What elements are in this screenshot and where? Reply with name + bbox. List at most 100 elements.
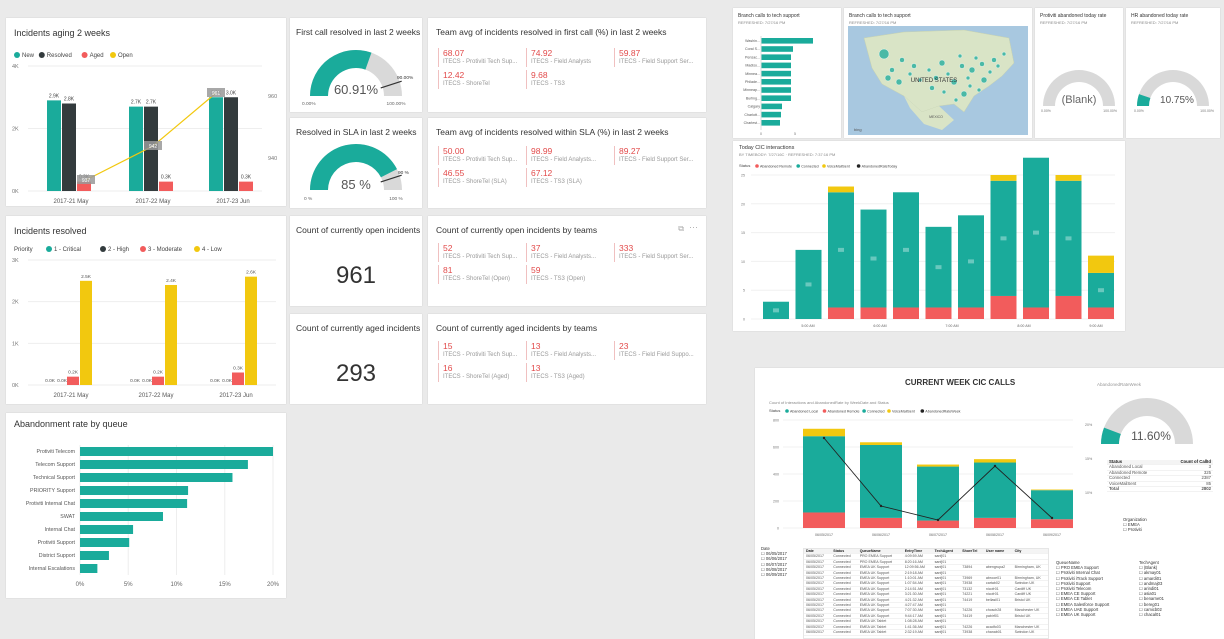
open-count-card[interactable]: Count of currently open incidents 961 [290, 216, 422, 306]
map-bubble [991, 57, 997, 63]
aged-count-card[interactable]: Count of currently aged incidents 293 [290, 314, 422, 404]
bar-low [245, 276, 257, 385]
grid-cell: Connected [831, 629, 858, 636]
legend-label: New [22, 53, 35, 59]
bar-branch [761, 62, 791, 69]
y-tick: PRIORITY Support [30, 488, 75, 494]
y-tick: Philade... [745, 80, 760, 84]
data-label: 3.0K [226, 90, 237, 96]
kpi-value: 13 [531, 341, 541, 351]
slicer-item[interactable]: ☐ EMEA UK Support [1056, 612, 1109, 617]
branch-calls-card[interactable]: Branch calls to tech support REFRESHED: … [733, 8, 841, 138]
x-tick: 0% [76, 582, 85, 588]
legend-dot [140, 246, 146, 252]
cic-interactions-card[interactable]: Today CIC interactions BY TIMEBODY: 7/27… [733, 141, 1125, 331]
more-options-icon[interactable]: ··· [689, 222, 698, 232]
protiviti-abandon-card[interactable]: Protiviti abandoned today rate REFRESHED… [1035, 8, 1123, 138]
kpi-label: ITECS - TS3 (Open) [531, 276, 586, 282]
map-bubble [960, 90, 968, 98]
x-tick: 15% [219, 582, 232, 588]
grid-cell: sanfj01 [932, 629, 961, 636]
team-open-title: Count of currently open incidents by tea… [436, 225, 598, 235]
fcr-card[interactable]: First call resolved in last 2 weeks 60.9… [290, 18, 422, 112]
data-label: 961 [212, 91, 221, 97]
y-tick: Protiviti Internal Chat [26, 501, 76, 507]
kpi-label: ITECS - Field Analysts [531, 59, 592, 65]
bar-branch [761, 54, 791, 60]
legend-dot [194, 246, 200, 252]
slicer-item[interactable]: ☐ benarne01 [1139, 596, 1164, 601]
bar-queue [80, 460, 248, 469]
bar-abandoned [958, 307, 984, 319]
open-count-title: Count of currently open incidents [296, 225, 421, 235]
team-fcr-card[interactable]: Team avg of incidents resolved in first … [428, 18, 706, 112]
data-label: 0.0K [130, 378, 141, 384]
kpi-value: 50.00 [443, 146, 465, 156]
detail-grid-container[interactable]: Date Status QueueName EntryTime TechAgent Sho… [803, 548, 1049, 639]
legend-label: Aged [90, 53, 104, 59]
bar-queue [80, 525, 134, 534]
kpi-value: 9.68 [531, 70, 548, 80]
kpi-label: ITECS - TS3 [531, 81, 565, 87]
y-tick: Internal Chat [45, 527, 76, 533]
focus-mode-icon[interactable]: ⧉ [678, 224, 684, 234]
map-bubble [884, 74, 892, 82]
legend-label: 1 - Critical [54, 247, 81, 253]
y-tick: Pensac... [745, 55, 760, 59]
y-tick: Coral S... [745, 47, 760, 51]
kpi-value: 15 [443, 341, 453, 351]
team-sla-card[interactable]: Team avg of incidents resolved within SL… [428, 118, 706, 208]
bar-abandoned [1088, 307, 1114, 319]
legend-dot [755, 164, 759, 168]
slicer-item[interactable]: ☐ 06/09/2017 [761, 572, 787, 577]
x-tick: 8:00 AM [1017, 324, 1030, 328]
table-row[interactable]: 06/05/2017 Connected EMEA UK Tablet 2:32:19… [804, 629, 1048, 636]
bar-low [165, 285, 177, 385]
map-bubble [895, 78, 903, 86]
bar-new [209, 97, 223, 191]
bar-resolved [224, 97, 238, 191]
gauge-target-label: 90 % [398, 170, 410, 176]
map-bubble [957, 53, 963, 59]
y-tick: 0 [743, 318, 745, 322]
hr-abandon-card[interactable]: HR abandoned today rate REFRESHED: 7/27/… [1126, 8, 1220, 138]
open-count-value: 961 [335, 262, 377, 289]
team-open-card[interactable]: Count of currently open incidents by tea… [428, 216, 706, 306]
abandonment-chart: 0% 5% 10% 15% 20% Protiviti Telecom Telecom Su… [26, 445, 280, 588]
map-brand: bing [854, 127, 862, 132]
grid-cell: EMEA UK Tablet [857, 629, 903, 636]
x-tick: 5% [124, 582, 133, 588]
y-tick: Internal Escalations [29, 566, 76, 572]
slicer-item[interactable]: ☐ Protiviti [1123, 527, 1147, 532]
y-tick: District Support [39, 553, 76, 559]
data-label: 2.4K [166, 278, 177, 284]
team-open-row-2: 81 ITECS - ShoreTel (Open) 59 ITECS - TS3 … [438, 265, 706, 289]
incidents-aging-card[interactable]: Incidents aging 2 weeks New Resolved Aged O… [6, 18, 286, 206]
y-tick: Telecom Support [35, 462, 75, 468]
bar-queue [80, 512, 163, 521]
incidents-resolved-card[interactable]: Incidents resolved Priority 1 - Critical 2… [6, 216, 286, 404]
slicer-item[interactable]: ☐ chacal01 [1139, 612, 1164, 617]
abandonment-card[interactable]: Abandonment rate by queue 0% 5% 10% 15% 20% P… [6, 413, 286, 598]
map-bubble [907, 71, 913, 77]
data-label: 0.2K [153, 370, 164, 376]
branch-map[interactable]: UNITED STATES MEXICO bing [844, 8, 1032, 138]
y-tick: 5 [743, 289, 745, 293]
kpi-label: ITECS - Protiviti Tech Sup... [443, 59, 518, 65]
slicer-item[interactable]: ☐ akmay01 [1139, 570, 1164, 575]
x-tick: 5 [794, 132, 796, 136]
bar-abandoned [860, 307, 887, 319]
kpi-value: 81 [443, 265, 453, 275]
sla-card[interactable]: Resolved in SLA in last 2 weeks 85 % 0 % 1… [290, 118, 422, 208]
data-label-bg [838, 247, 844, 252]
map-bubble [926, 67, 932, 73]
branch-map-card[interactable]: Branch calls to tech support REFRESHED: … [844, 8, 1032, 138]
hr-abandon-gauge: 10.75% 0.00% 100.00% [1134, 70, 1214, 113]
kpi-value: 23 [619, 341, 629, 351]
y-tick: 3K [12, 258, 19, 264]
kpi-value: 37 [531, 243, 541, 253]
bar-aged [239, 181, 253, 191]
team-aged-card[interactable]: Count of currently aged incidents by tea… [428, 314, 706, 404]
table-total-row: Total 2802 [1107, 486, 1213, 493]
bar-abandoned [1055, 295, 1082, 319]
